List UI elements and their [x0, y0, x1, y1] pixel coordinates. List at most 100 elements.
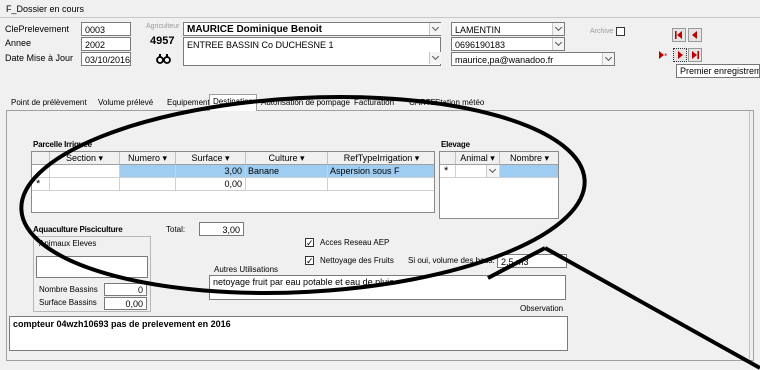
new-row-selector[interactable]: *: [32, 178, 50, 191]
observation-field[interactable]: compteur 04wzh10693 pas de prelevement e…: [9, 316, 568, 351]
aquaculture-title: Aquaculture Pisciculture: [33, 225, 123, 234]
email-field[interactable]: maurice,pa@wanadoo.fr: [451, 52, 615, 66]
table-cell[interactable]: 0,00: [176, 178, 246, 191]
email-dropdown-button[interactable]: [602, 53, 614, 65]
last-record-button[interactable]: [688, 48, 702, 62]
agriculteur-dropdown-button[interactable]: [429, 23, 441, 35]
table-cell[interactable]: [120, 165, 176, 178]
previous-record-icon: [692, 31, 697, 39]
column-header-label: Surface: [191, 153, 223, 163]
sort-arrow-icon: ▾: [490, 153, 495, 163]
table-cell[interactable]: Aspersion sous F: [328, 165, 434, 178]
table-cell[interactable]: [500, 165, 558, 178]
tab-equipement[interactable]: Equipement: [164, 96, 213, 110]
elevage-grid[interactable]: Animal ▾ Nombre ▾ *: [439, 151, 559, 219]
column-header-irrigation[interactable]: RefTypeIrrigation ▾: [328, 152, 434, 165]
next-record-icon: [678, 51, 683, 59]
chevron-down-icon: [554, 38, 563, 47]
table-cell[interactable]: Banane: [246, 165, 328, 178]
column-header-numero[interactable]: Numero ▾: [120, 152, 176, 165]
phone-dropdown-button[interactable]: [552, 38, 564, 50]
previous-record-button[interactable]: [688, 28, 702, 42]
sort-arrow-icon: ▾: [414, 153, 420, 163]
tab-autorisation-de-pompage[interactable]: Autorisation de pompage: [258, 96, 353, 110]
column-header-label: Section: [65, 153, 96, 163]
tab-station-meteo[interactable]: Station météo: [432, 96, 487, 110]
first-record-button[interactable]: [672, 28, 686, 42]
acces-reseau-label: Acces Reseau AEP: [320, 238, 390, 247]
new-record-icon: *: [659, 51, 668, 59]
total-label: Total:: [166, 225, 186, 234]
table-cell[interactable]: [328, 178, 434, 191]
commune-field[interactable]: LAMENTIN: [451, 22, 565, 36]
table-cell[interactable]: [50, 178, 120, 191]
tab-facturation[interactable]: Facturation: [351, 96, 397, 110]
table-cell[interactable]: [50, 165, 120, 178]
column-header-section[interactable]: Section ▾: [50, 152, 120, 165]
first-record-icon: [675, 31, 682, 39]
address-field[interactable]: ENTREE BASSIN Co DUCHESNE 1: [183, 37, 441, 66]
animaux-field[interactable]: [36, 256, 148, 278]
bassins-field[interactable]: 0: [104, 283, 147, 296]
annee-field[interactable]: 2002: [81, 37, 131, 51]
parcelle-title: Parcelle Irriguee: [33, 140, 92, 149]
address-dropdown-button[interactable]: [429, 52, 441, 64]
new-record-button[interactable]: *: [658, 48, 672, 62]
sort-arrow-icon: ▾: [300, 153, 305, 163]
column-header-surface[interactable]: Surface ▾: [176, 152, 246, 165]
column-header-label: Nombre: [509, 153, 542, 163]
agriculteur-label: Agriculteur: [146, 23, 180, 30]
archive-checkbox[interactable]: [616, 27, 625, 36]
autres-utilisations-label: Autres Utilisations: [214, 265, 279, 274]
row-selector[interactable]: [32, 165, 50, 178]
animal-combo[interactable]: [456, 165, 500, 178]
column-header-nombre[interactable]: Nombre ▾: [500, 152, 558, 165]
row-selector-header: [440, 152, 456, 165]
tab-destination[interactable]: Destination: [209, 94, 258, 111]
surface-bassins-field[interactable]: 0,00: [104, 297, 147, 310]
cle-field[interactable]: 0003: [81, 22, 131, 36]
animaux-label: Animaux Eleves: [39, 239, 97, 248]
table-cell[interactable]: [246, 178, 328, 191]
column-header-culture[interactable]: Culture ▾: [246, 152, 328, 165]
column-header-animal[interactable]: Animal ▾: [456, 152, 500, 165]
chevron-down-icon: [554, 23, 563, 32]
commune-dropdown-button[interactable]: [552, 23, 564, 35]
date-field[interactable]: 03/10/2016: [81, 52, 131, 66]
column-header-label: Animal: [460, 153, 488, 163]
svg-text:*: *: [664, 52, 668, 59]
sort-arrow-icon: ▾: [544, 153, 550, 163]
volume-bacs-field[interactable]: 2,5 m3: [497, 254, 567, 268]
tab-point-de-prelevement[interactable]: Point de prélèvement: [8, 96, 90, 110]
observation-text: compteur 04wzh10693 pas de prelevement e…: [13, 319, 231, 329]
column-header-label: RefTypeIrrigation: [343, 153, 413, 163]
autres-utilisations-field[interactable]: netoyage fruit par eau potable et eau de…: [209, 275, 566, 300]
column-header-label: Numero: [127, 153, 160, 163]
date-label: Date Mise à Jour: [5, 53, 74, 63]
new-row-selector[interactable]: *: [440, 165, 456, 178]
archive-label: Archive: [590, 28, 614, 35]
column-header-label: Culture: [268, 153, 298, 163]
tab-volume-preleve[interactable]: Volume prélevé: [95, 96, 156, 110]
next-record-button[interactable]: [673, 48, 687, 62]
row-selector-header: [32, 152, 50, 165]
phone-field[interactable]: 0696190183: [451, 37, 565, 51]
table-cell[interactable]: [120, 178, 176, 191]
agriculteur-name-field[interactable]: MAURICE Dominique Benoit: [183, 22, 441, 36]
table-cell[interactable]: 3,00: [176, 165, 246, 178]
nettoyage-checkbox[interactable]: ✓: [305, 256, 314, 266]
agriculteur-name: MAURICE Dominique Benoit: [187, 24, 322, 35]
sort-arrow-icon: ▾: [162, 153, 168, 163]
total-field[interactable]: 3,00: [199, 222, 244, 236]
window-title: F_Dossier en cours: [6, 4, 85, 14]
nettoyage-label: Nettoyage des Fruits: [320, 256, 394, 265]
panel-right-scrollbar[interactable]: [749, 111, 753, 359]
parcelle-grid[interactable]: Section ▾ Numero ▾ Surface ▾ Culture ▾ R…: [31, 151, 435, 213]
search-icon[interactable]: [150, 52, 178, 66]
bassins-label: Nombre Bassins: [39, 285, 98, 294]
acces-reseau-checkbox[interactable]: ✓: [305, 238, 314, 248]
animal-dropdown-button[interactable]: [486, 165, 498, 177]
chevron-down-icon: [431, 52, 440, 61]
observation-label: Observation: [520, 304, 564, 313]
last-record-icon: [692, 51, 699, 59]
